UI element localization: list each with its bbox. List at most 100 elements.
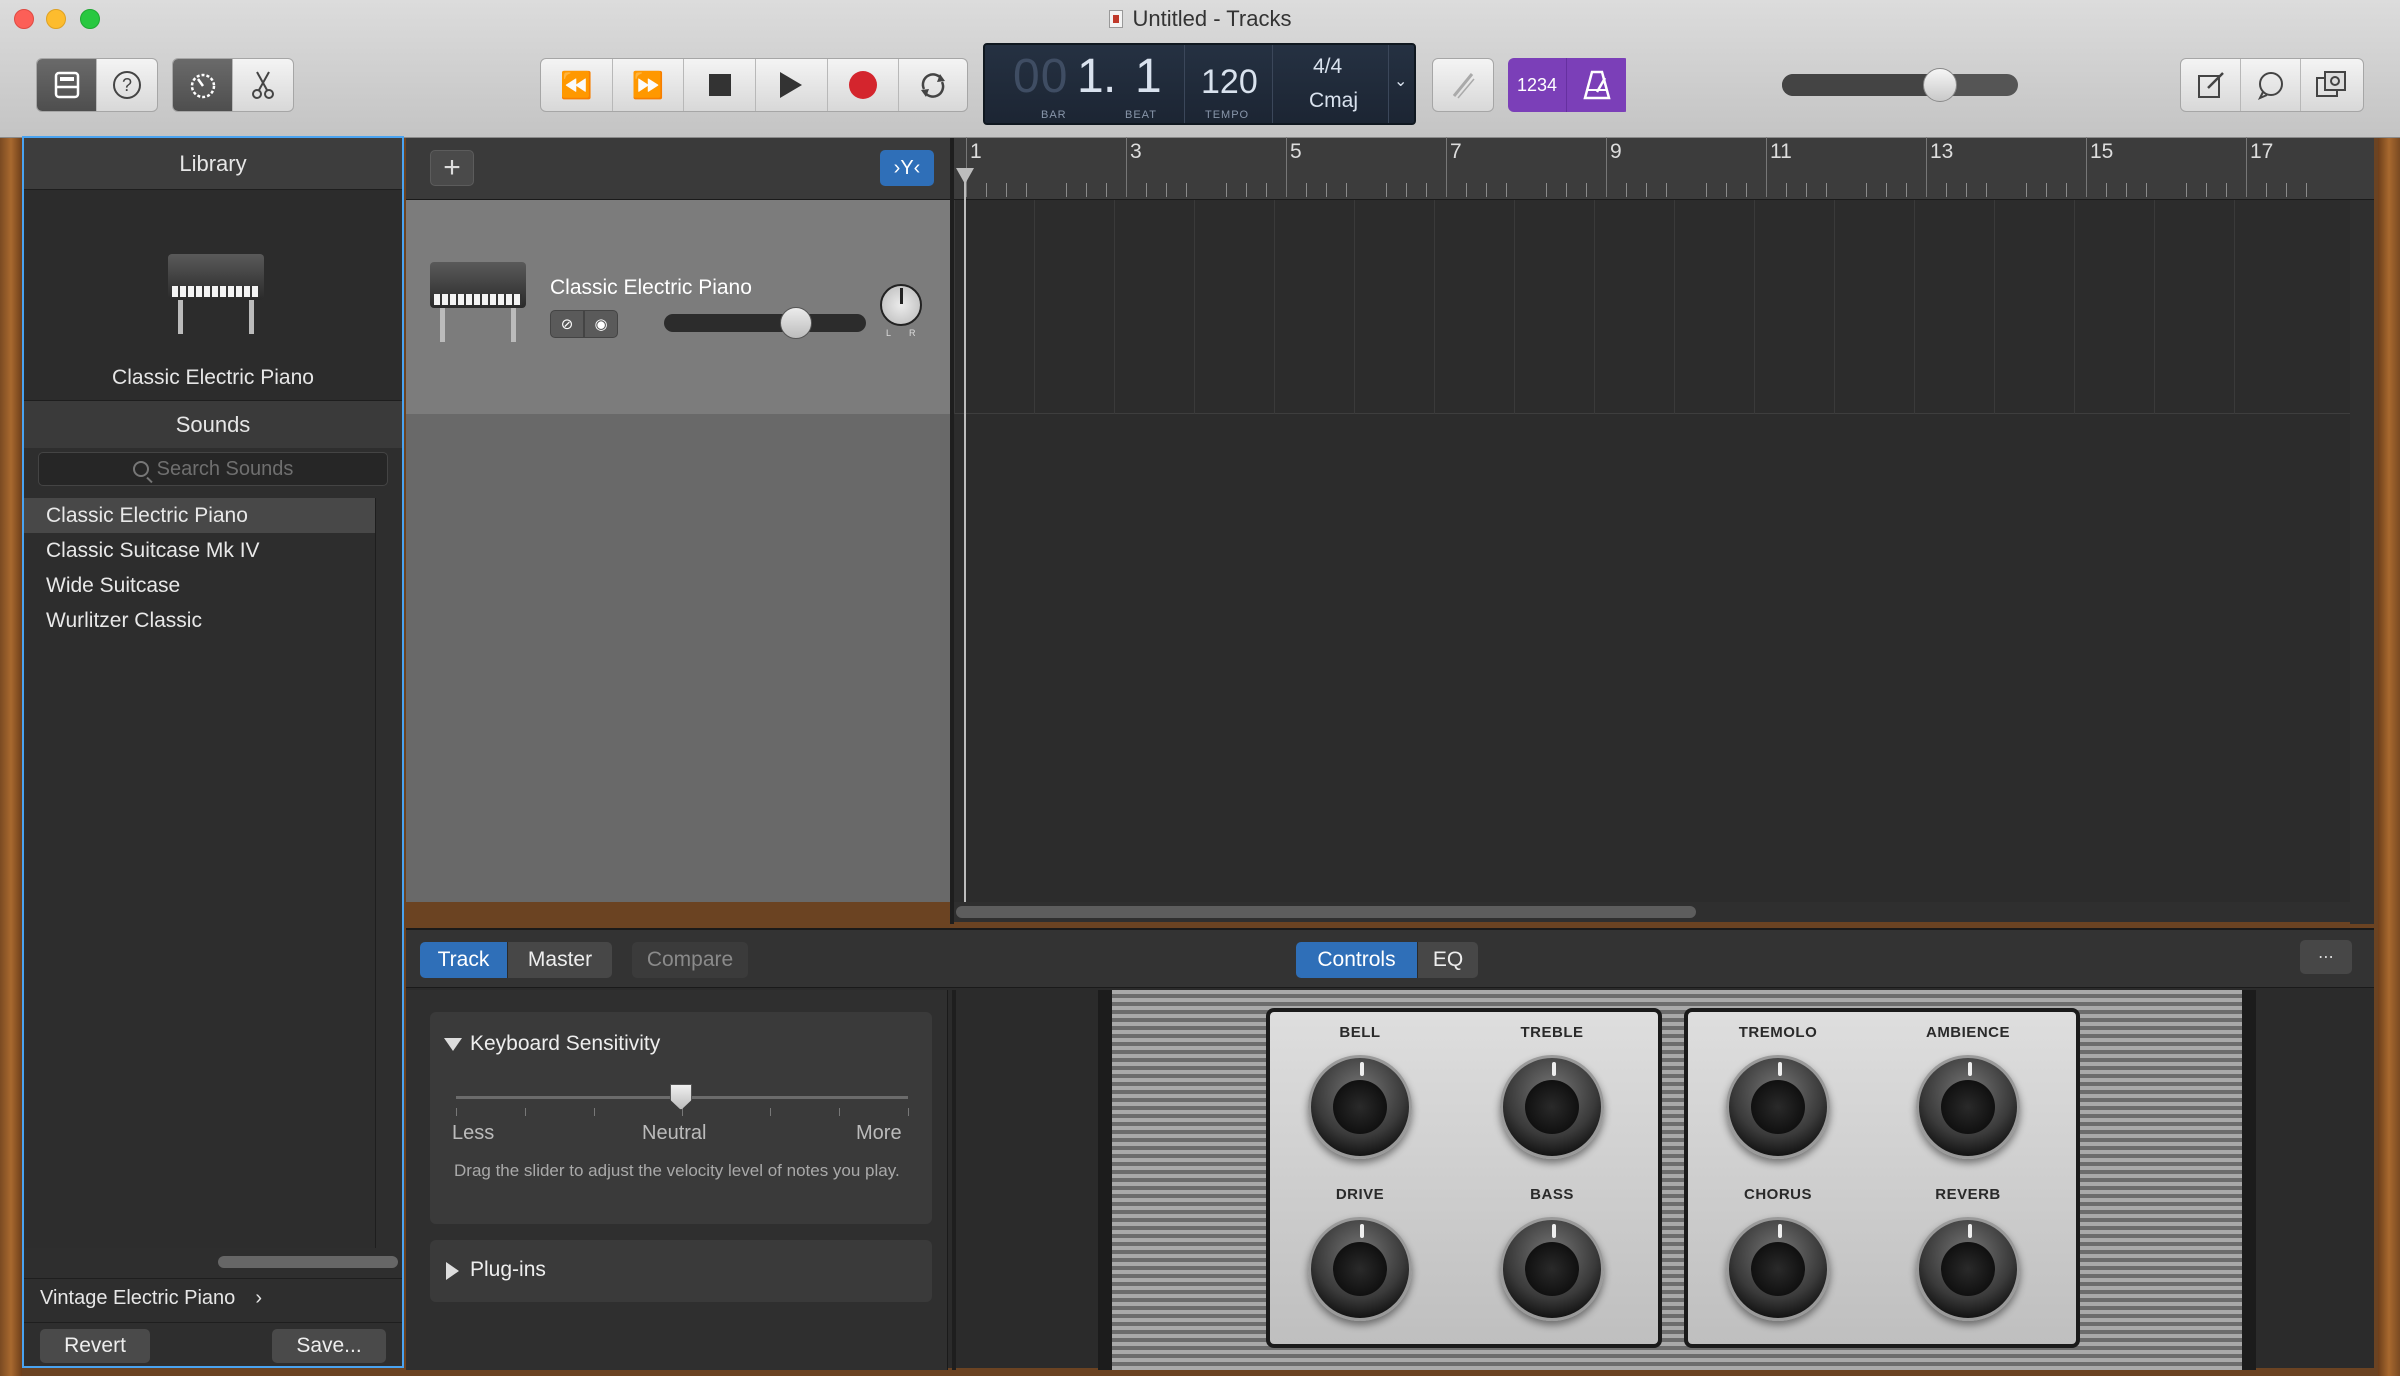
loop-browser-button[interactable] [2241, 59, 2301, 111]
track-volume-slider[interactable] [664, 307, 866, 339]
dial[interactable] [1500, 1217, 1604, 1321]
lcd-beat-caption: BEAT [1125, 109, 1157, 121]
dial[interactable] [1916, 1055, 2020, 1159]
compare-button[interactable]: Compare [632, 942, 748, 978]
disclosure-closed-icon[interactable] [446, 1262, 459, 1280]
dial[interactable] [1500, 1055, 1604, 1159]
tab-controls[interactable]: Controls [1296, 942, 1418, 978]
sensitivity-slider-knob[interactable] [670, 1084, 692, 1110]
disclosure-open-icon[interactable] [444, 1038, 462, 1051]
editors-button[interactable] [233, 59, 293, 111]
dial[interactable] [1916, 1217, 2020, 1321]
ruler-tick [1946, 183, 1947, 197]
sound-item[interactable]: Classic Electric Piano [24, 498, 375, 533]
sound-list: Classic Electric Piano Classic Suitcase … [24, 498, 376, 1248]
record-button[interactable] [828, 59, 900, 111]
track-name[interactable]: Classic Electric Piano [550, 276, 752, 300]
scissors-icon [252, 71, 274, 99]
metronome-icon [1582, 70, 1611, 100]
dial[interactable] [1726, 1055, 1830, 1159]
solo-button[interactable]: ◉ [584, 310, 618, 338]
timeline-workspace[interactable] [954, 200, 2350, 902]
grid-line [2074, 200, 2075, 414]
more-label: More [856, 1122, 902, 1144]
grid-line [2154, 200, 2155, 414]
track-volume-knob[interactable] [780, 307, 812, 339]
svg-text:?: ? [122, 75, 132, 95]
track-header[interactable]: Classic Electric Piano ⊘ ◉ LR [406, 200, 950, 414]
knob-bell[interactable]: BELL [1300, 1024, 1420, 1159]
ruler-tick [2106, 183, 2107, 197]
neutral-label: Neutral [642, 1122, 707, 1144]
ruler-tick [1406, 183, 1407, 197]
tab-track[interactable]: Track [420, 942, 508, 978]
save-button[interactable]: Save... [272, 1329, 386, 1363]
playhead[interactable] [964, 168, 966, 902]
ruler-tick [1786, 183, 1787, 197]
note-pad-button[interactable] [2181, 59, 2241, 111]
sound-search-input[interactable]: Search Sounds [38, 452, 388, 486]
knob-ambience[interactable]: AMBIENCE [1908, 1024, 2028, 1159]
library-button[interactable] [37, 59, 97, 111]
rewind-button[interactable]: ⏪ [541, 59, 613, 111]
dial[interactable] [1726, 1217, 1830, 1321]
lcd-tempo-caption: TEMPO [1205, 109, 1250, 121]
forward-button[interactable]: ⏩ [613, 59, 685, 111]
count-in-button[interactable]: 1234 [1508, 58, 1567, 112]
chevron-down-icon[interactable]: ⌄ [1394, 71, 1407, 91]
scroll-thumb[interactable] [956, 906, 1696, 918]
slider-tick [908, 1108, 909, 1116]
lcd-display[interactable]: 00 1 . 1 BAR BEAT 120 TEMPO 4/4 Cmaj ⌄ [983, 43, 1416, 125]
sound-item[interactable]: Wurlitzer Classic [24, 603, 375, 638]
playhead-handle[interactable] [956, 168, 974, 184]
sound-category-label: Vintage Electric Piano [40, 1287, 236, 1309]
ruler-tick [1306, 183, 1307, 197]
ruler-tick [1226, 183, 1227, 197]
dial[interactable] [1308, 1217, 1412, 1321]
knob-label: REVERB [1935, 1186, 2001, 1203]
pan-knob[interactable] [880, 284, 922, 326]
ruler-tick [2206, 183, 2207, 197]
ruler-tick [1886, 183, 1887, 197]
sound-item[interactable]: Classic Suitcase Mk IV [24, 533, 375, 568]
lcd-separator: . [1103, 50, 1118, 103]
tab-master[interactable]: Master [508, 942, 612, 978]
master-volume-knob[interactable] [1923, 68, 1957, 102]
mute-button[interactable]: ⊘ [550, 310, 584, 338]
knob-chorus[interactable]: CHORUS [1718, 1186, 1838, 1321]
stop-button[interactable] [684, 59, 757, 111]
knob-reverb[interactable]: REVERB [1908, 1186, 2028, 1321]
lcd-beat: 1 [1135, 50, 1163, 103]
sound-item[interactable]: Wide Suitcase [24, 568, 375, 603]
add-track-button[interactable]: + [430, 150, 474, 186]
knob-treble[interactable]: TREBLE [1492, 1024, 1612, 1159]
revert-button[interactable]: Revert [40, 1329, 150, 1363]
knob-drive[interactable]: DRIVE [1300, 1186, 1420, 1321]
media-browser-button[interactable] [2301, 59, 2361, 111]
quick-help-button[interactable]: ? [97, 59, 157, 111]
knob-bass[interactable]: BASS [1492, 1186, 1612, 1321]
master-volume-slider[interactable] [1782, 68, 2018, 102]
ruler-tick [1466, 183, 1467, 197]
cycle-button[interactable] [899, 59, 967, 111]
track-lane[interactable] [954, 200, 2350, 414]
catch-playhead-button[interactable]: ›Y‹ [880, 150, 934, 186]
tab-eq[interactable]: EQ [1418, 942, 1478, 978]
library-instrument[interactable]: Classic Electric Piano [24, 190, 402, 400]
media-icon [2316, 71, 2346, 97]
smart-controls-button[interactable] [173, 59, 233, 111]
sound-category[interactable]: Vintage Electric Piano › [24, 1278, 402, 1318]
play-button[interactable] [756, 59, 828, 111]
dial[interactable] [1308, 1055, 1412, 1159]
knob-tremolo[interactable]: TREMOLO [1718, 1024, 1838, 1159]
ruler-tick [1806, 183, 1807, 197]
timeline-ruler[interactable]: 1 3 5 7 9 11 13 15 17 [954, 137, 2374, 200]
horizontal-scrollbar[interactable] [954, 902, 2350, 922]
vertical-scrollbar[interactable] [2350, 200, 2374, 924]
plug-ins-section[interactable]: Plug-ins [430, 1240, 932, 1302]
metronome-button[interactable] [1567, 58, 1626, 112]
library-scrollbar[interactable] [218, 1256, 398, 1268]
tracks-empty-area[interactable] [406, 414, 950, 902]
tuner-button[interactable] [1432, 58, 1494, 112]
controls-menu-button[interactable]: ⋯ [2300, 940, 2352, 974]
